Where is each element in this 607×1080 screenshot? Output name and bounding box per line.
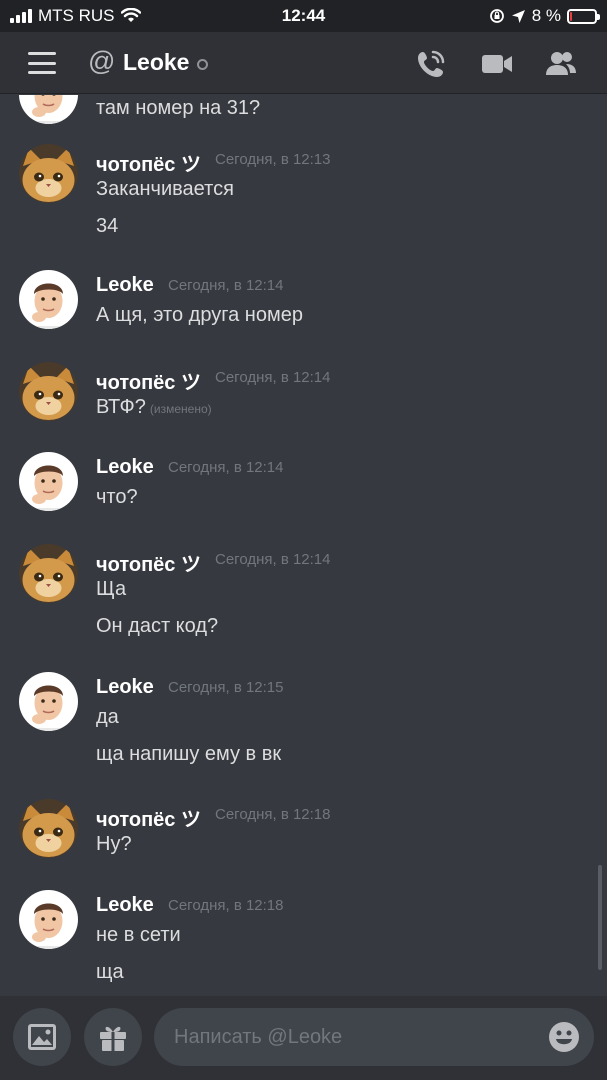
message-author[interactable]: чотопёс ツ	[96, 148, 201, 177]
message-content: 34	[96, 215, 119, 237]
avatar[interactable]	[19, 144, 78, 203]
message-timestamp: Сегодня, в 12:13	[215, 151, 331, 168]
message-text: да	[96, 706, 119, 729]
location-icon	[511, 9, 525, 23]
avatar[interactable]	[19, 672, 78, 731]
message-list[interactable]: там номер на 31? чотопёс ツ Сегодня, в 12:1…	[0, 95, 607, 995]
message-content: Ну?	[96, 833, 132, 855]
message-timestamp: Сегодня, в 12:14	[215, 369, 331, 386]
offline-status-icon	[197, 59, 208, 70]
message-text: там номер на 31?	[96, 97, 260, 120]
status-bar: MTS RUS 12:44 8 %	[0, 0, 607, 32]
signal-icon	[10, 9, 32, 23]
message-timestamp: Сегодня, в 12:14	[168, 277, 284, 294]
message-text: Заканчивается	[96, 178, 234, 201]
avatar[interactable]	[19, 95, 78, 124]
avatar[interactable]	[19, 544, 78, 603]
message-content: не в сети	[96, 924, 181, 946]
message-text: Он даст код?	[96, 615, 218, 638]
battery-icon	[567, 8, 600, 24]
message-content: ВТФ?	[96, 396, 146, 418]
message-text: не в сети	[96, 924, 181, 947]
message-content: что?	[96, 486, 138, 508]
message-timestamp: Сегодня, в 12:15	[168, 679, 284, 696]
wifi-icon	[120, 8, 141, 22]
message-text: ща	[96, 961, 124, 984]
message-author[interactable]: Leoke	[96, 456, 154, 479]
message-timestamp: Сегодня, в 12:18	[215, 806, 331, 823]
at-icon: @	[88, 46, 116, 76]
image-upload-icon	[28, 1024, 56, 1050]
message-content: там номер на 31?	[96, 97, 261, 119]
scrollbar[interactable]	[598, 865, 602, 970]
carrier-name: MTS RUS	[38, 6, 115, 25]
members-icon[interactable]	[544, 47, 578, 81]
message-content: ща	[96, 961, 124, 983]
video-call-icon[interactable]	[480, 47, 514, 81]
avatar[interactable]	[19, 452, 78, 511]
message-content: ща напишу ему в вк	[96, 743, 282, 765]
message-author[interactable]: чотопёс ツ	[96, 803, 201, 832]
page-title: Leoke	[123, 49, 190, 75]
message-text: 34	[96, 215, 118, 238]
message-content: А щя, это друга номер	[96, 304, 303, 326]
message-content: Заканчивается	[96, 178, 234, 200]
message-content: Ща	[96, 578, 127, 600]
message-composer[interactable]	[154, 1008, 594, 1066]
battery-percent: 8 %	[531, 6, 561, 25]
message-author[interactable]: чотопёс ツ	[96, 366, 201, 395]
avatar[interactable]	[19, 270, 78, 329]
edited-label: (изменено)	[149, 402, 212, 416]
orientation-lock-icon	[489, 9, 504, 23]
message-text: Ща	[96, 578, 126, 601]
message-author[interactable]: чотопёс ツ	[96, 548, 201, 577]
message-timestamp: Сегодня, в 12:14	[215, 551, 331, 568]
message-content: Он даст код?	[96, 615, 219, 637]
message-text: что?	[96, 486, 138, 509]
message-text: ВТФ? (изменено)	[96, 396, 212, 419]
message-author[interactable]: Leoke	[96, 676, 154, 699]
hamburger-menu-icon[interactable]	[28, 52, 56, 74]
channel-header: @ Leoke	[0, 32, 607, 94]
message-input[interactable]	[174, 1008, 534, 1066]
emoji-icon[interactable]	[548, 1021, 580, 1053]
avatar[interactable]	[19, 362, 78, 421]
gift-icon	[100, 1026, 126, 1051]
gift-button[interactable]	[84, 1008, 142, 1066]
message-text: Ну?	[96, 833, 132, 856]
phone-call-icon[interactable]	[414, 47, 448, 81]
message-timestamp: Сегодня, в 12:14	[168, 459, 284, 476]
message-content: да	[96, 706, 119, 728]
message-author[interactable]: Leoke	[96, 894, 154, 917]
image-upload-button[interactable]	[13, 1008, 71, 1066]
message-text: ща напишу ему в вк	[96, 743, 281, 766]
input-bar	[0, 996, 607, 1080]
message-text: А щя, это друга номер	[96, 304, 303, 327]
message-author[interactable]: Leoke	[96, 274, 154, 297]
avatar[interactable]	[19, 799, 78, 858]
avatar[interactable]	[19, 890, 78, 949]
message-timestamp: Сегодня, в 12:18	[168, 897, 284, 914]
